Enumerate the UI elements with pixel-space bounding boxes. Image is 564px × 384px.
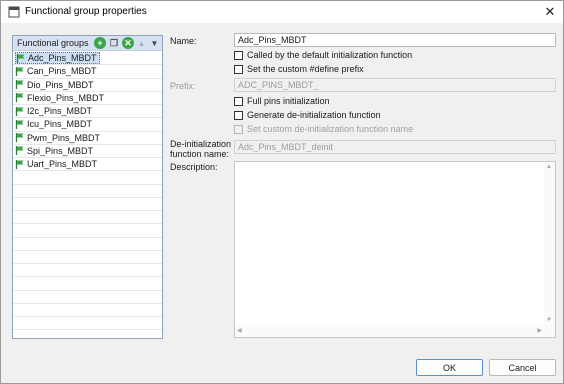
move-down-button[interactable]: ▼	[149, 37, 160, 49]
checkbox-label: Called by the default initialization fun…	[247, 50, 413, 60]
list-item[interactable]: Spi_Pins_MBDT	[13, 145, 162, 158]
chevron-down-icon: ▼	[150, 38, 159, 48]
list-item-label: Pwm_Pins_MBDT	[27, 132, 101, 143]
copy-icon: ❐	[109, 37, 119, 48]
checkbox-label: Generate de-initialization function	[247, 110, 381, 120]
checkbox-box	[234, 110, 243, 120]
list-item-label: Dio_Pins_MBDT	[27, 79, 94, 90]
list-item-empty	[13, 171, 162, 185]
close-button[interactable]: ✕	[541, 4, 559, 20]
app-icon	[8, 6, 20, 18]
scroll-up-icon[interactable]: ▲	[546, 164, 552, 170]
list-item-empty	[13, 264, 162, 278]
name-field[interactable]	[234, 33, 556, 47]
title-bar: Functional group properties ✕	[1, 1, 563, 23]
checkbox-box	[234, 96, 243, 106]
list-item-empty	[13, 224, 162, 238]
list-item-label: Flexio_Pins_MBDT	[27, 92, 105, 103]
flag-icon	[15, 159, 24, 169]
checkbox-label: Set the custom #define prefix	[247, 64, 364, 74]
cancel-button[interactable]: Cancel	[489, 359, 556, 376]
functional-groups-panel: Functional groups + ❐ ✕ ▲ ▼ Adc_Pins_MBD…	[12, 35, 163, 339]
move-up-button[interactable]: ▲	[136, 37, 147, 49]
functional-groups-list: Adc_Pins_MBDT Can_Pins_MBDT Dio_Pins_MBD…	[13, 52, 162, 331]
checkbox-label: Full pins initialization	[247, 96, 330, 106]
list-item-empty	[13, 304, 162, 317]
checkbox-box	[234, 50, 243, 60]
list-item-empty	[13, 251, 162, 264]
flag-icon	[15, 119, 24, 129]
list-item[interactable]: Flexio_Pins_MBDT	[13, 92, 162, 105]
list-item[interactable]: I2c_Pins_MBDT	[13, 105, 162, 119]
window-title: Functional group properties	[25, 6, 147, 17]
set-custom-deinit-name-checkbox: Set custom de-initialization function na…	[234, 124, 413, 134]
list-item-label: I2c_Pins_MBDT	[27, 106, 93, 116]
checkbox-box	[234, 64, 243, 74]
checkbox-box	[234, 124, 243, 134]
list-item[interactable]: Pwm_Pins_MBDT	[13, 132, 162, 145]
list-item-label: Uart_Pins_MBDT	[27, 159, 98, 169]
flag-icon	[15, 106, 24, 116]
list-item-empty	[13, 238, 162, 251]
called-default-init-checkbox[interactable]: Called by the default initialization fun…	[234, 50, 412, 60]
add-group-button[interactable]: +	[94, 37, 106, 49]
list-item-empty	[13, 185, 162, 198]
list-item-label: Can_Pins_MBDT	[27, 66, 97, 77]
flag-icon	[15, 133, 24, 142]
scroll-down-icon[interactable]: ▼	[546, 317, 552, 323]
full-pins-init-checkbox[interactable]: Full pins initialization	[234, 96, 330, 106]
list-item[interactable]: Uart_Pins_MBDT	[13, 158, 162, 172]
copy-group-button[interactable]: ❐	[108, 37, 120, 49]
description-textarea[interactable]: ▲ ▼ ◀ ▶	[234, 161, 556, 338]
flag-icon	[15, 80, 24, 89]
delete-group-button[interactable]: ✕	[122, 37, 134, 49]
generate-deinit-checkbox[interactable]: Generate de-initialization function	[234, 110, 381, 120]
checkbox-label: Set custom de-initialization function na…	[247, 124, 414, 134]
functional-groups-header: Functional groups + ❐ ✕ ▲ ▼	[13, 36, 162, 51]
list-item-empty	[13, 198, 162, 211]
list-item-empty	[13, 277, 162, 291]
scroll-right-icon[interactable]: ▶	[537, 327, 542, 334]
prefix-label: Prefix:	[170, 81, 196, 91]
list-item-empty	[13, 211, 162, 225]
deinit-function-name-field	[234, 140, 556, 154]
flag-icon	[16, 53, 25, 63]
chevron-up-icon: ▲	[137, 38, 146, 48]
list-item-label: Spi_Pins_MBDT	[27, 145, 94, 156]
list-item-empty	[13, 291, 162, 304]
functional-groups-title: Functional groups	[17, 38, 89, 48]
scroll-left-icon[interactable]: ◀	[237, 327, 242, 334]
list-item[interactable]: Can_Pins_MBDT	[13, 65, 162, 79]
list-item[interactable]: Dio_Pins_MBDT	[13, 79, 162, 92]
ok-button[interactable]: OK	[416, 359, 483, 376]
set-custom-define-prefix-checkbox[interactable]: Set the custom #define prefix	[234, 64, 364, 74]
flag-icon	[15, 146, 24, 156]
functional-group-properties-dialog: Functional group properties ✕ Functional…	[0, 0, 564, 384]
description-label: Description:	[170, 162, 218, 172]
list-item[interactable]: Icu_Pins_MBDT	[13, 118, 162, 132]
list-item[interactable]: Adc_Pins_MBDT	[13, 52, 162, 66]
flag-icon	[15, 66, 24, 76]
list-item-empty	[13, 317, 162, 331]
deinit-label-line2: function name:	[170, 149, 230, 159]
horizontal-scrollbar[interactable]: ◀ ▶	[235, 325, 555, 337]
flag-icon	[15, 93, 24, 103]
delete-icon: ✕	[124, 37, 132, 48]
name-label: Name:	[170, 36, 197, 46]
vertical-scrollbar[interactable]: ▲ ▼	[544, 162, 555, 325]
list-item-label: Adc_Pins_MBDT	[28, 53, 97, 63]
prefix-field	[234, 78, 556, 92]
deinit-label-line1: De-initialization	[170, 139, 232, 149]
list-item-label: Icu_Pins_MBDT	[27, 119, 93, 130]
add-icon: +	[97, 38, 103, 48]
close-icon: ✕	[544, 4, 556, 19]
